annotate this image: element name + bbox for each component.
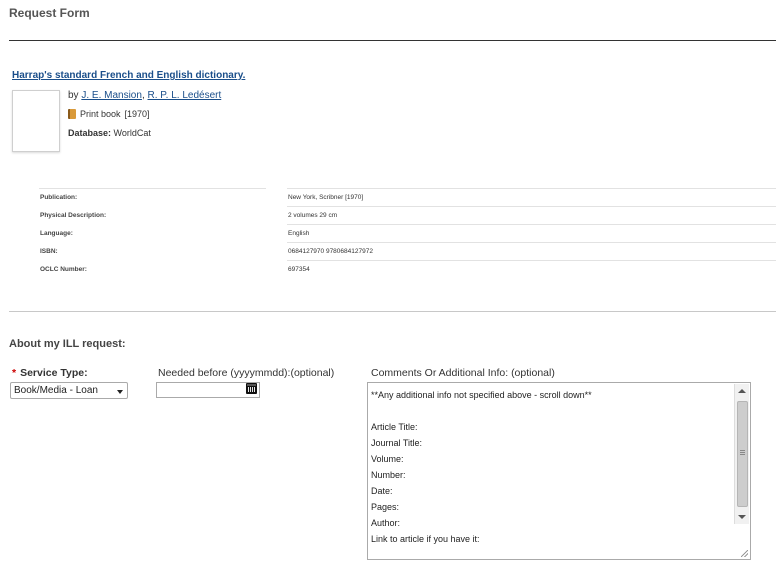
scrollbar-thumb[interactable] [737, 401, 748, 507]
format-line: Print book [1970] [68, 109, 150, 119]
comments-textarea[interactable]: **Any additional info not specified abov… [367, 382, 751, 560]
grip-icon [740, 450, 745, 456]
detail-label: OCLC Number: [40, 266, 87, 273]
book-cover-image [12, 90, 60, 152]
resize-handle-icon[interactable] [741, 550, 748, 557]
detail-row-publication: Publication: New York, Scribner [1970] [39, 188, 776, 206]
database-value: WorldCat [113, 128, 151, 138]
section-divider [9, 311, 776, 312]
comments-scrollbar[interactable] [734, 384, 749, 524]
detail-value: New York, Scribner [1970] [288, 194, 364, 201]
page-title: Request Form [9, 6, 90, 20]
book-title-link[interactable]: Harrap's standard French and English dic… [12, 70, 245, 81]
detail-row-language: Language: English [39, 224, 776, 242]
needed-before-label: Needed before (yyyymmdd):(optional) [158, 367, 335, 379]
detail-value: English [288, 230, 310, 237]
details-table: Publication: New York, Scribner [1970] P… [39, 188, 776, 278]
detail-value: 2 volumes 29 cm [288, 212, 338, 219]
detail-label: Physical Description: [40, 212, 107, 219]
detail-label: ISBN: [40, 248, 58, 255]
service-type-selected: Book/Media - Loan [14, 385, 98, 396]
service-type-label: * Service Type: [12, 367, 88, 379]
calendar-icon[interactable] [246, 383, 257, 394]
detail-label: Language: [40, 230, 73, 237]
publication-year: [1970] [124, 109, 150, 119]
detail-row-isbn: ISBN: 0684127970 9780684127972 [39, 242, 776, 260]
needed-before-input[interactable] [156, 382, 260, 398]
author-link-1[interactable]: J. E. Mansion [81, 90, 142, 101]
database-line: Database: WorldCat [68, 128, 151, 138]
detail-label: Publication: [40, 194, 78, 201]
author-line: by J. E. Mansion, R. P. L. Ledésert [68, 90, 221, 101]
chevron-down-icon [117, 390, 123, 394]
service-type-label-text: Service Type: [20, 367, 88, 379]
detail-value: 697354 [288, 266, 310, 273]
scroll-down-arrow-icon[interactable] [738, 515, 746, 519]
author-separator: , [141, 90, 145, 101]
detail-row-oclc-number: OCLC Number: 697354 [39, 260, 776, 278]
service-type-select[interactable]: Book/Media - Loan [10, 382, 128, 399]
detail-row-physical-description: Physical Description: 2 volumes 29 cm [39, 206, 776, 224]
required-marker: * [12, 367, 17, 379]
section-title: About my ILL request: [9, 338, 126, 350]
author-link-2[interactable]: R. P. L. Ledésert [148, 90, 222, 101]
book-format-icon [68, 109, 76, 119]
comments-text: **Any additional info not specified abov… [371, 390, 592, 544]
database-label: Database: [68, 128, 112, 138]
header-divider [9, 40, 776, 41]
format-label: Print book [80, 109, 121, 119]
by-prefix: by [68, 90, 79, 101]
detail-value: 0684127970 9780684127972 [288, 248, 373, 255]
comments-label: Comments Or Additional Info: (optional) [371, 367, 555, 379]
scroll-up-arrow-icon[interactable] [738, 389, 746, 393]
